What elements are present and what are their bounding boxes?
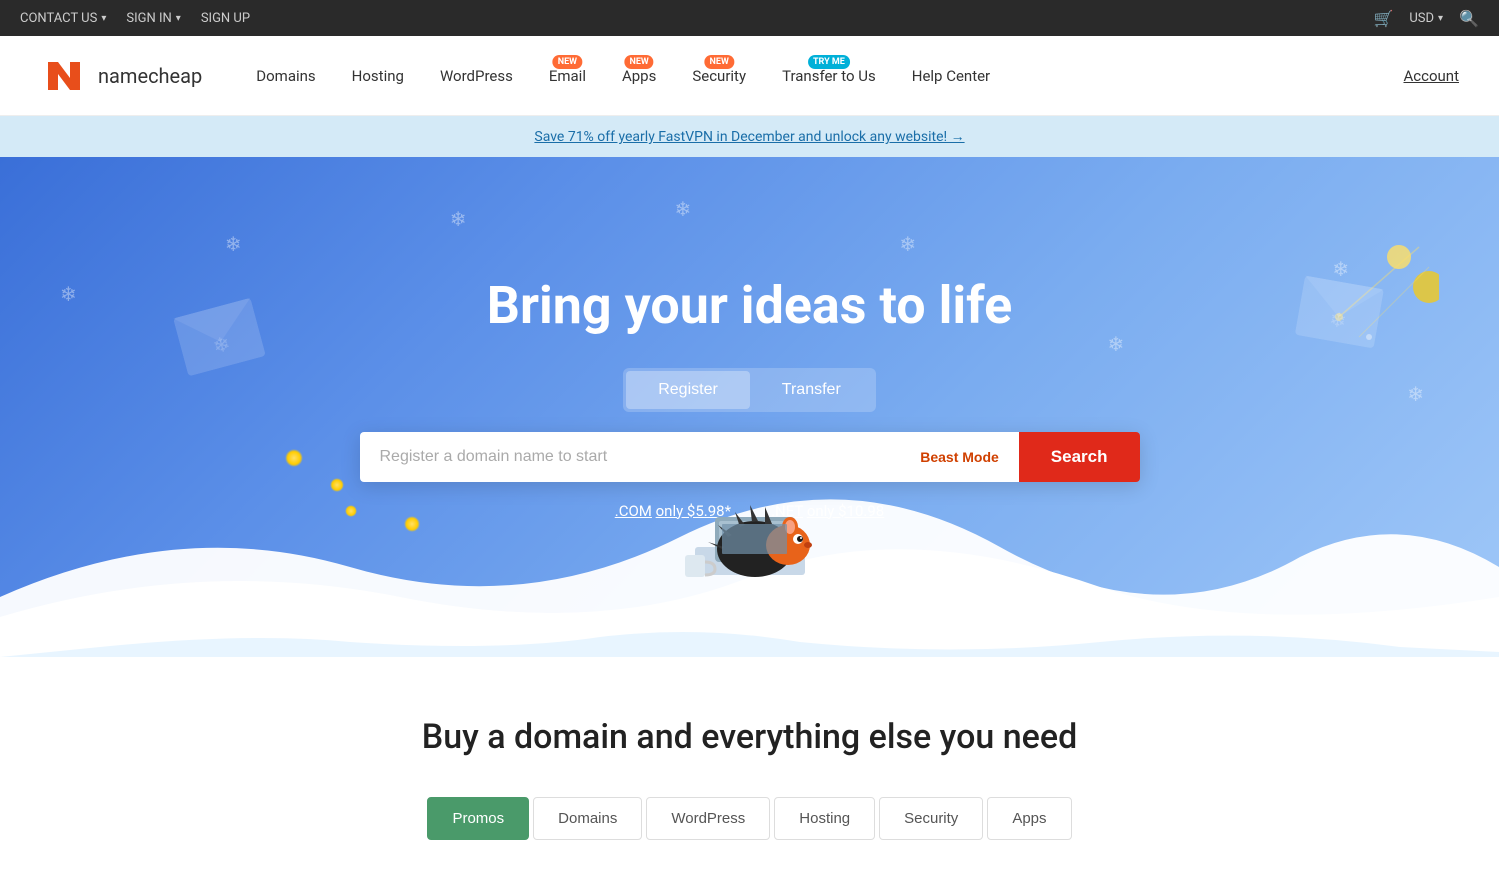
snowflake-7: ❄ <box>675 197 692 221</box>
search-icon[interactable]: 🔍 <box>1459 9 1479 28</box>
nav-items: Domains Hosting WordPress NEW Email NEW … <box>242 59 1403 93</box>
sign-up-button[interactable]: SIGN UP <box>201 11 250 26</box>
beast-mode-button[interactable]: Beast Mode <box>900 432 1019 482</box>
bottom-section: Buy a domain and everything else you nee… <box>0 657 1499 880</box>
currency-selector[interactable]: USD <box>1409 11 1443 26</box>
hedgehog-container <box>640 477 860 597</box>
bottom-tab-apps[interactable]: Apps <box>987 797 1071 840</box>
snowflake-2: ❄ <box>225 232 242 256</box>
security-badge: NEW <box>705 55 734 69</box>
nav-item-account[interactable]: Account <box>1403 67 1459 85</box>
top-bar-left: CONTACT US SIGN IN SIGN UP <box>20 11 250 26</box>
promo-banner: Save 71% off yearly FastVPN in December … <box>0 116 1499 157</box>
glow-dot-1 <box>285 449 303 467</box>
snowflake-6: ❄ <box>1407 382 1424 406</box>
email-badge: NEW <box>553 55 582 69</box>
main-nav: namecheap Domains Hosting WordPress NEW … <box>0 36 1499 116</box>
transfer-badge: TRY ME <box>808 55 850 69</box>
cart-icon[interactable]: 🛒 <box>1373 9 1393 28</box>
nav-item-security[interactable]: NEW Security <box>678 59 760 93</box>
hero-section: ❄ ❄ ❄ ❄ ❄ ❄ ❄ ❄ ❄ ❄ Bring your ideas to … <box>0 157 1499 657</box>
nav-item-hosting[interactable]: Hosting <box>338 59 418 93</box>
snowflake-5: ❄ <box>1107 332 1124 356</box>
nav-item-help[interactable]: Help Center <box>898 59 1004 93</box>
domain-search-input[interactable] <box>360 432 901 482</box>
top-bar: CONTACT US SIGN IN SIGN UP 🛒 USD 🔍 <box>0 0 1499 36</box>
bottom-tab-hosting[interactable]: Hosting <box>774 797 875 840</box>
bottom-tabs: Promos Domains WordPress Hosting Securit… <box>40 797 1459 840</box>
bottom-tab-domains[interactable]: Domains <box>533 797 642 840</box>
contact-us-button[interactable]: CONTACT US <box>20 11 106 26</box>
search-button[interactable]: Search <box>1019 432 1140 482</box>
nav-item-email[interactable]: NEW Email <box>535 59 600 93</box>
logo[interactable]: namecheap <box>40 52 202 100</box>
hedgehog-svg <box>640 477 860 597</box>
nav-item-domains[interactable]: Domains <box>242 59 329 93</box>
snowflake-3: ❄ <box>450 207 467 231</box>
logo-icon <box>40 52 88 100</box>
search-container: Beast Mode Search <box>360 432 1140 482</box>
logo-text: namecheap <box>98 64 202 88</box>
apps-badge: NEW <box>625 55 654 69</box>
snowflake-1: ❄ <box>60 282 77 306</box>
bottom-tab-wordpress[interactable]: WordPress <box>646 797 770 840</box>
top-bar-right: 🛒 USD 🔍 <box>1373 9 1479 28</box>
nav-item-wordpress[interactable]: WordPress <box>426 59 527 93</box>
promo-link[interactable]: Save 71% off yearly FastVPN in December … <box>534 129 964 145</box>
hero-title: Bring your ideas to life <box>487 275 1012 336</box>
transfer-tab[interactable]: Transfer <box>750 371 873 409</box>
register-tab[interactable]: Register <box>626 371 750 409</box>
sign-in-button[interactable]: SIGN IN <box>126 11 180 26</box>
bottom-title: Buy a domain and everything else you nee… <box>40 717 1459 757</box>
bottom-tab-promos[interactable]: Promos <box>427 797 529 840</box>
nav-item-transfer[interactable]: TRY ME Transfer to Us <box>768 59 890 93</box>
snowflake-8: ❄ <box>899 232 916 256</box>
envelope-right: ❄ <box>1294 276 1384 353</box>
nav-item-apps[interactable]: NEW Apps <box>608 59 670 93</box>
bottom-tab-security[interactable]: Security <box>879 797 983 840</box>
envelope-left: ❄ <box>173 298 267 381</box>
tab-buttons: Register Transfer <box>623 368 876 412</box>
